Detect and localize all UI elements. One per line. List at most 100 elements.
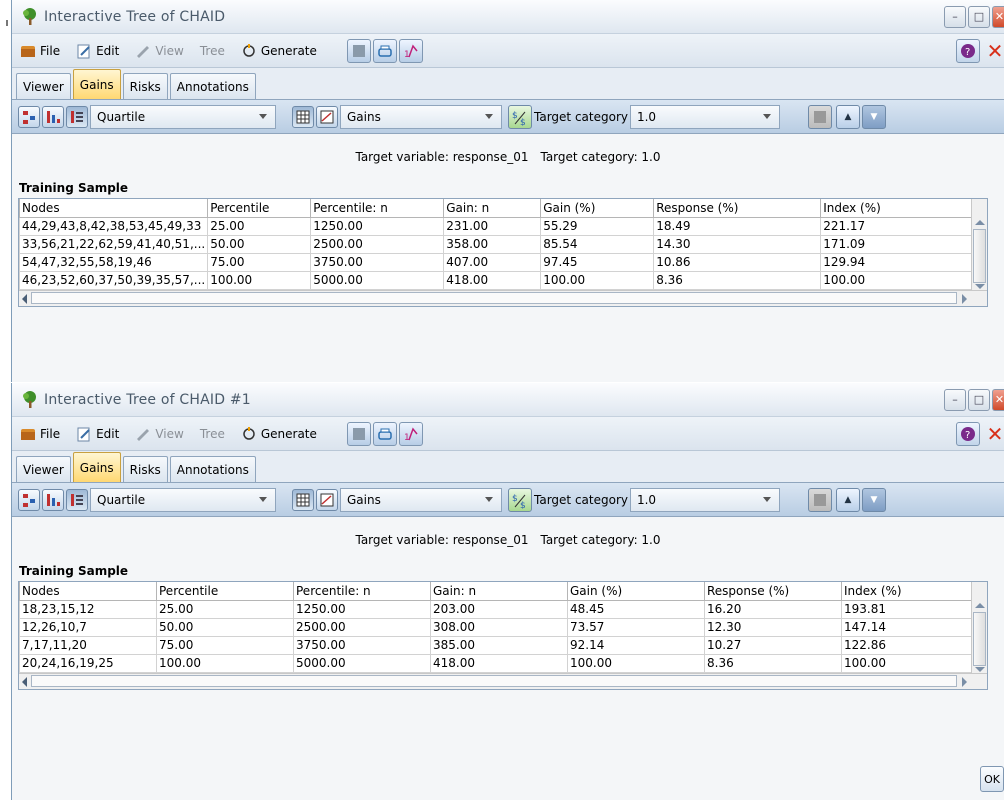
menu-generate[interactable]: Generate <box>241 43 317 59</box>
table-row[interactable]: 33,56,21,22,62,59,41,40,51,... 50.00 2500.… <box>18 234 979 254</box>
menu-file[interactable]: File <box>20 426 60 442</box>
scroll-down-icon[interactable] <box>975 667 985 672</box>
ok-button[interactable]: OK <box>980 766 1004 792</box>
column-header[interactable]: Percentile: n <box>293 582 431 601</box>
generate-icon <box>243 43 255 57</box>
tab-annotations[interactable]: Annotations <box>169 73 256 99</box>
horizontal-scrollbar[interactable] <box>19 289 987 306</box>
column-header[interactable]: Nodes <box>18 199 209 218</box>
cumulative-icon[interactable] <box>42 488 64 511</box>
table-cell: 2500.00 <box>310 234 445 254</box>
table-view-icon[interactable] <box>292 488 314 511</box>
vertical-scrollbar[interactable] <box>971 582 987 676</box>
quantiles-icon[interactable] <box>66 488 88 511</box>
scroll-up-icon[interactable] <box>975 220 985 225</box>
print-icon <box>378 45 392 57</box>
gains-mode-select[interactable]: Gains <box>340 487 502 512</box>
menu-view[interactable]: View <box>135 43 184 59</box>
print-button[interactable] <box>372 38 397 63</box>
menu-file[interactable]: File <box>20 43 60 59</box>
gains-mode-select[interactable]: Gains <box>340 104 502 129</box>
chart-view-icon[interactable] <box>316 488 338 511</box>
help-button[interactable]: ? <box>956 421 980 446</box>
column-header[interactable]: Gain (%) <box>540 199 655 218</box>
table-row[interactable]: 12,26,10,7 50.00 2500.00 308.00 73.57 12.30 14… <box>19 617 974 637</box>
tab-annotations[interactable]: Annotations <box>169 456 256 482</box>
tab-gains[interactable]: Gains <box>72 452 121 482</box>
quantile-select[interactable]: Quartile <box>90 487 276 512</box>
table-row[interactable]: 7,17,11,20 75.00 3750.00 385.00 92.14 10.27 12… <box>19 635 974 655</box>
horizontal-scrollbar[interactable] <box>19 672 987 689</box>
table-view-icon[interactable] <box>292 105 314 128</box>
close-window-button[interactable]: ✕ <box>992 388 1004 411</box>
sort-ascending-button[interactable]: ▲ <box>835 104 860 129</box>
tab-risks[interactable]: Risks <box>122 456 168 482</box>
column-header[interactable]: Index (%) <box>841 582 974 601</box>
column-header[interactable]: Response (%) <box>653 199 822 218</box>
minimize-button[interactable]: – <box>944 5 966 28</box>
cumulative-icon[interactable] <box>42 105 64 128</box>
grid-toggle-button[interactable] <box>807 104 832 129</box>
column-header[interactable]: Nodes <box>19 582 157 601</box>
table-row[interactable]: 54,47,32,55,58,19,46 75.00 3750.00 407.00 97… <box>18 252 979 272</box>
scroll-left-icon[interactable] <box>22 293 27 304</box>
column-header[interactable]: Percentile <box>156 582 294 601</box>
scroll-down-icon[interactable] <box>975 284 985 289</box>
menu-edit[interactable]: Edit <box>76 426 119 442</box>
column-header[interactable]: Response (%) <box>704 582 842 601</box>
tab-viewer[interactable]: Viewer <box>16 73 71 99</box>
gallery-button[interactable] <box>346 421 371 446</box>
close-window-button[interactable]: ✕ <box>992 5 1004 28</box>
profit-settings-button[interactable]: $ $ <box>508 487 532 512</box>
print-button[interactable] <box>372 421 397 446</box>
menu-tree[interactable]: Tree <box>200 44 225 58</box>
maximize-button[interactable]: □ <box>968 388 990 411</box>
sort-descending-button[interactable]: ▼ <box>861 487 886 512</box>
hscroll-thumb[interactable] <box>31 674 957 687</box>
profit-settings-button[interactable]: $ $ <box>508 104 532 129</box>
menu-tree[interactable]: Tree <box>200 427 225 441</box>
node-by-node-icon[interactable] <box>18 105 40 128</box>
table-row[interactable]: 20,24,16,19,25 100.00 5000.00 418.00 100.00 8… <box>19 653 974 673</box>
column-header[interactable]: Index (%) <box>820 199 979 218</box>
column-header[interactable]: Gain: n <box>443 199 542 218</box>
column-header[interactable]: Percentile <box>207 199 312 218</box>
gallery-button[interactable] <box>346 38 371 63</box>
sort-descending-button[interactable]: ▼ <box>861 104 886 129</box>
scroll-left-icon[interactable] <box>22 676 27 687</box>
vertical-scrollbar[interactable] <box>971 199 987 293</box>
menu-view[interactable]: View <box>135 426 184 442</box>
scroll-thumb[interactable] <box>973 229 986 283</box>
tab-risks[interactable]: Risks <box>122 73 168 99</box>
scroll-thumb[interactable] <box>973 612 986 666</box>
chart-view-icon[interactable] <box>316 105 338 128</box>
table-row[interactable]: 18,23,15,12 25.00 1250.00 203.00 48.45 16.20 1… <box>19 599 974 619</box>
scroll-up-icon[interactable] <box>975 603 985 608</box>
column-header[interactable]: Gain: n <box>430 582 568 601</box>
tab-gains[interactable]: Gains <box>72 69 121 99</box>
grid-toggle-button[interactable] <box>807 487 832 512</box>
scroll-right-icon[interactable] <box>962 676 967 687</box>
tab-viewer[interactable]: Viewer <box>16 456 71 482</box>
column-header[interactable]: Gain (%) <box>567 582 705 601</box>
sort-ascending-button[interactable]: ▲ <box>835 487 860 512</box>
chart-button[interactable]: 1 <box>398 38 423 63</box>
maximize-button[interactable]: □ <box>968 5 990 28</box>
chart-button[interactable]: 1 <box>398 421 423 446</box>
node-by-node-icon[interactable] <box>18 488 40 511</box>
scroll-right-icon[interactable] <box>962 293 967 304</box>
table-row[interactable]: 44,29,43,8,42,38,53,45,49,33 25.00 1250.00… <box>18 216 979 236</box>
close-icon[interactable]: ✕ <box>986 422 1004 446</box>
menu-edit[interactable]: Edit <box>76 43 119 59</box>
quantile-select[interactable]: Quartile <box>90 104 276 129</box>
minimize-button[interactable]: – <box>944 388 966 411</box>
target-category-select[interactable]: 1.0 <box>629 104 780 129</box>
column-header[interactable]: Percentile: n <box>310 199 445 218</box>
quantiles-icon[interactable] <box>66 105 88 128</box>
menu-generate[interactable]: Generate <box>241 426 317 442</box>
help-button[interactable]: ? <box>956 38 980 63</box>
hscroll-thumb[interactable] <box>31 291 957 304</box>
close-icon[interactable]: ✕ <box>986 39 1004 63</box>
table-row[interactable]: 46,23,52,60,37,50,39,35,57,... 100.00 5000… <box>18 270 979 290</box>
target-category-select[interactable]: 1.0 <box>629 487 780 512</box>
